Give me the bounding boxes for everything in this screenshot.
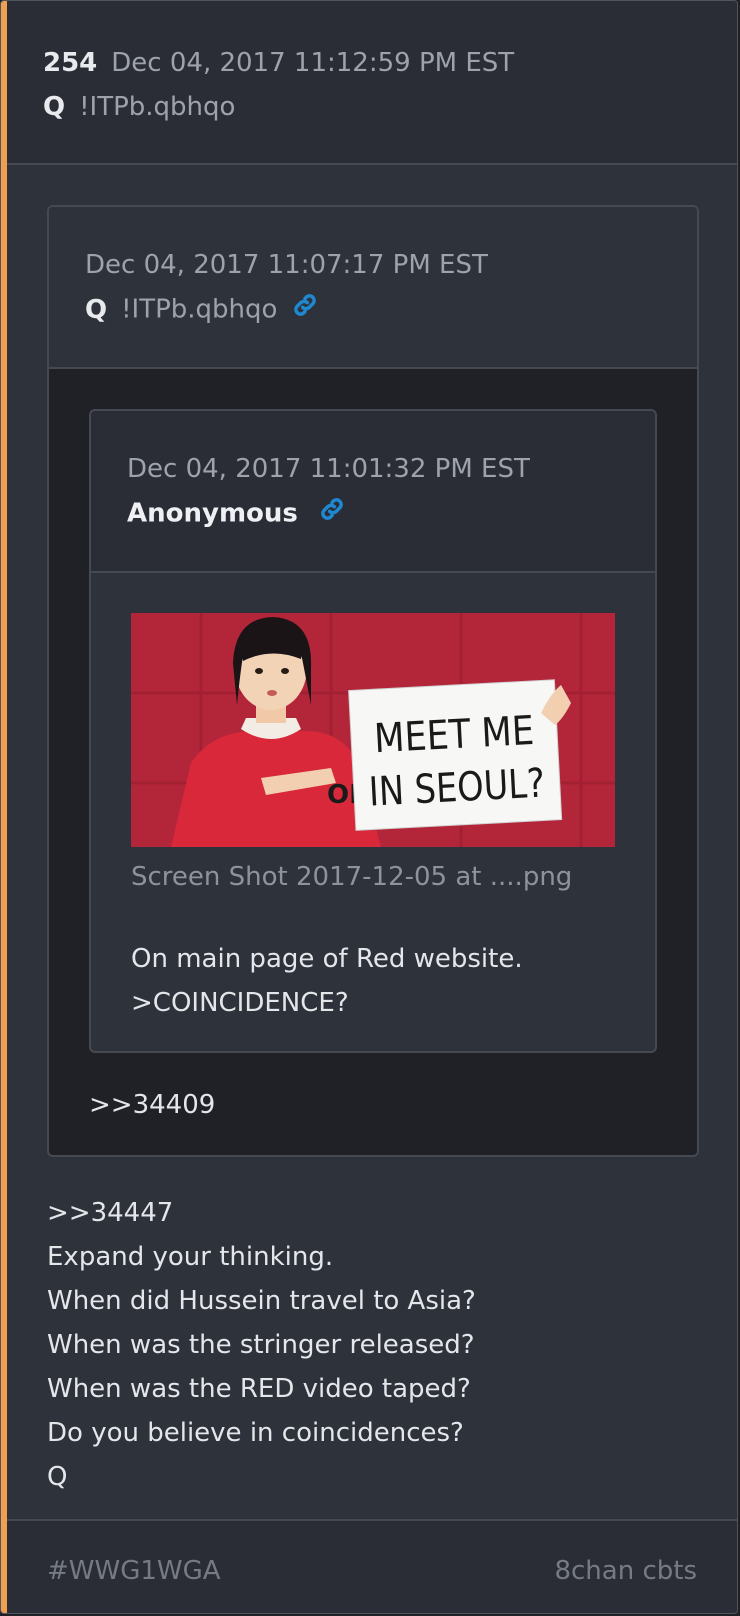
- quoted-post-date: Dec 04, 2017 11:07:17 PM EST: [85, 250, 488, 280]
- link-icon[interactable]: [291, 291, 319, 329]
- nested-post-text-line: >COINCIDENCE?: [131, 988, 349, 1018]
- post-date: Dec 04, 2017 11:12:59 PM EST: [111, 48, 515, 78]
- post-body-line: Q: [47, 1462, 68, 1492]
- link-icon[interactable]: [318, 495, 346, 533]
- post-footer: #WWG1WGA 8chan cbts: [7, 1519, 737, 1613]
- post-body-line: When did Hussein travel to Asia?: [47, 1286, 476, 1316]
- quoted-post-author-line: Q !ITPb.qbhqo: [85, 291, 319, 329]
- sign-text-line2: IN SEOUL?: [368, 760, 546, 815]
- post-body: >>34447 Expand your thinking. When did H…: [47, 1191, 476, 1499]
- nested-post-date: Dec 04, 2017 11:01:32 PM EST: [127, 454, 530, 484]
- post-reply-link[interactable]: >>34447: [47, 1191, 476, 1235]
- nested-post-text: On main page of Red website. >COINCIDENC…: [131, 937, 523, 1025]
- post-body-line: Expand your thinking.: [47, 1242, 334, 1272]
- image-filename[interactable]: Screen Shot 2017-12-05 at ....png: [131, 859, 572, 895]
- quoted-post: Dec 04, 2017 11:07:17 PM EST Q !ITPb.qbhq…: [47, 205, 699, 1157]
- link-icon-svg: [294, 294, 317, 316]
- post-header: 254 Dec 04, 2017 11:12:59 PM EST Q !ITPb.q…: [7, 1, 737, 165]
- post-meta-line: 254 Dec 04, 2017 11:12:59 PM EST: [43, 45, 514, 81]
- nested-quoted-post-header: Dec 04, 2017 11:01:32 PM EST Anonymous: [91, 411, 655, 573]
- post-body-line: When was the RED video taped?: [47, 1374, 471, 1404]
- source-label: 8chan cbts: [554, 1556, 697, 1586]
- link-icon-svg: [321, 498, 343, 520]
- accent-bar: [1, 1, 7, 1613]
- sign-text-line1: MEET ME: [373, 708, 535, 762]
- post-image-svg: OI MEET ME IN SEOUL?: [131, 613, 615, 847]
- quoted-post-author: Q: [85, 294, 108, 325]
- post-author-line: Q !ITPb.qbhqo: [43, 89, 235, 125]
- quoted-post-header: Dec 04, 2017 11:07:17 PM EST Q !ITPb.qbhq…: [49, 207, 697, 369]
- nested-post-text-line: On main page of Red website.: [131, 944, 523, 974]
- nested-quoted-post: Dec 04, 2017 11:01:32 PM EST Anonymous O…: [89, 409, 657, 1053]
- nested-post-author: Anonymous: [127, 498, 298, 529]
- quoted-post-reply-link[interactable]: >>34409: [89, 1087, 215, 1123]
- post-image-thumbnail[interactable]: OI MEET ME IN SEOUL?: [131, 613, 615, 847]
- post-tripcode: !ITPb.qbhqo: [79, 92, 236, 122]
- post-number: 254: [43, 48, 98, 78]
- nested-post-author-line: Anonymous: [127, 495, 346, 533]
- post-card: 254 Dec 04, 2017 11:12:59 PM EST Q !ITPb.q…: [0, 0, 738, 1614]
- hashtag: #WWG1WGA: [47, 1556, 221, 1586]
- post-body-line: Do you believe in coincidences?: [47, 1418, 464, 1448]
- post-body-line: When was the stringer released?: [47, 1330, 475, 1360]
- quoted-post-tripcode: !ITPb.qbhqo: [121, 294, 278, 325]
- post-author: Q: [43, 92, 66, 122]
